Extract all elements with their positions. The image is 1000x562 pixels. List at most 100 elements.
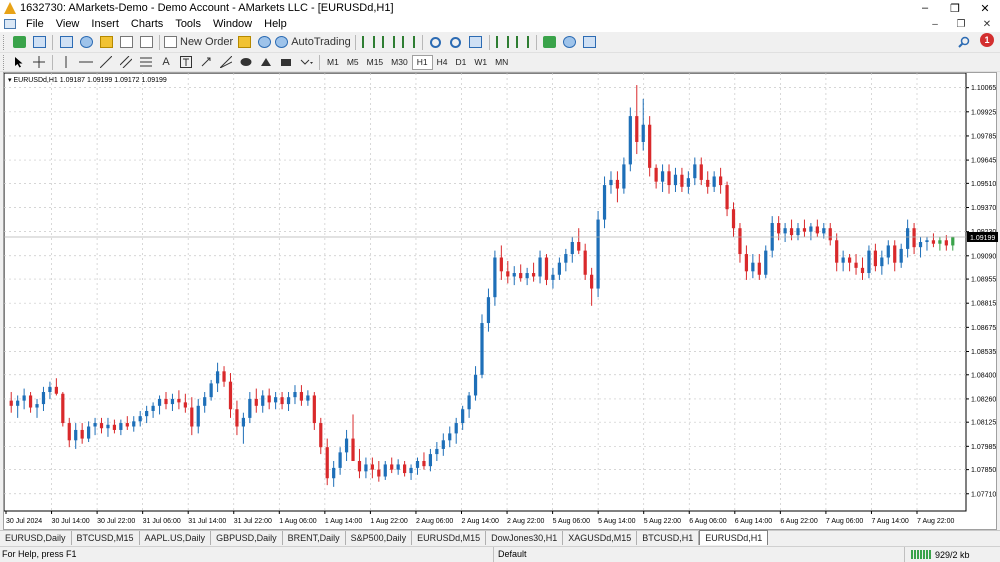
- tab-btcusd-m15[interactable]: BTCUSD,M15: [72, 531, 140, 545]
- triangle-button[interactable]: [257, 53, 275, 71]
- more-objects-button[interactable]: [297, 53, 315, 71]
- menu-file[interactable]: File: [21, 18, 51, 30]
- tab-dowjones30-h1[interactable]: DowJones30,H1: [486, 531, 564, 545]
- new-chart-button[interactable]: [10, 33, 28, 51]
- menu-charts[interactable]: Charts: [126, 18, 170, 30]
- chart-window[interactable]: 1.10065 1.09925 1.09785 1.09645 1.09510 1.093…: [3, 72, 998, 531]
- profiles-icon: [32, 36, 46, 48]
- rectangle-button[interactable]: [277, 53, 295, 71]
- strategy-tester-button[interactable]: [137, 33, 155, 51]
- search-icon[interactable]: [958, 36, 970, 48]
- tab-eurusdd-h1[interactable]: EURUSDd,H1: [699, 530, 769, 545]
- chart-shift-button[interactable]: [494, 33, 512, 51]
- navigator-button[interactable]: [97, 33, 115, 51]
- metaeditor-button[interactable]: [235, 33, 253, 51]
- toolbar-grip[interactable]: [3, 54, 6, 70]
- text-tool-button[interactable]: A: [157, 53, 175, 71]
- signals-button[interactable]: [255, 33, 273, 51]
- candle-body: [454, 423, 458, 434]
- candle-body: [764, 250, 768, 275]
- tab-gbpusd-daily[interactable]: GBPUSD,Daily: [211, 531, 283, 545]
- candle-body: [641, 124, 645, 142]
- menu-insert[interactable]: Insert: [86, 18, 126, 30]
- vertical-line-button[interactable]: [57, 53, 75, 71]
- tab-xagusdd-m15[interactable]: XAGUSDd,M15: [563, 531, 638, 545]
- bar-chart-button[interactable]: [360, 33, 378, 51]
- timeframe-h4-button[interactable]: H4: [433, 55, 452, 70]
- templates-button[interactable]: [581, 33, 599, 51]
- arrows-button[interactable]: [197, 53, 215, 71]
- timeframe-m30-button[interactable]: M30: [387, 55, 412, 70]
- status-connection[interactable]: 929/2 kb: [904, 547, 1000, 562]
- trendline-button[interactable]: [97, 53, 115, 71]
- timeframe-m5-button[interactable]: M5: [343, 55, 363, 70]
- market-watch-button[interactable]: [57, 33, 75, 51]
- candle-body: [415, 460, 420, 468]
- zoom-in-button[interactable]: [427, 33, 445, 51]
- timeframe-w1-button[interactable]: W1: [470, 55, 491, 70]
- timeframe-h1-button[interactable]: H1: [411, 54, 433, 70]
- menu-window[interactable]: Window: [208, 18, 259, 30]
- traffic-readout: 929/2 kb: [935, 549, 970, 560]
- terminal-button[interactable]: [117, 33, 135, 51]
- tab-eurusdd-m15[interactable]: EURUSDd,M15: [412, 531, 487, 545]
- close-button[interactable]: ✕: [970, 0, 1000, 16]
- autotrading-button[interactable]: AutoTrading: [275, 33, 351, 51]
- minimize-button[interactable]: –: [910, 0, 940, 16]
- timeframe-m15-button[interactable]: M15: [363, 55, 388, 70]
- status-profile[interactable]: Default: [493, 547, 903, 562]
- timeframe-m1-button[interactable]: M1: [323, 55, 343, 70]
- candle-body: [719, 176, 723, 186]
- crosshair-button[interactable]: [30, 53, 48, 71]
- candlestick-chart[interactable]: 1.10065 1.09925 1.09785 1.09645 1.09510 1.093…: [4, 73, 998, 531]
- candle-body: [570, 241, 574, 255]
- child-close-button[interactable]: ✕: [974, 16, 1000, 32]
- candle-body: [448, 433, 452, 441]
- x-tick-label: 1 Aug 06:00: [279, 518, 316, 525]
- cursor-button[interactable]: [10, 53, 28, 71]
- child-restore-button[interactable]: ❐: [948, 16, 974, 32]
- data-window-button[interactable]: [77, 33, 95, 51]
- tab-btcusd-h1[interactable]: BTCUSD,H1: [637, 531, 700, 545]
- tab-aapl-daily[interactable]: AAPL.US,Daily: [140, 531, 212, 545]
- chart-window-icon[interactable]: [4, 19, 16, 29]
- maximize-button[interactable]: ❐: [940, 0, 970, 16]
- ellipse-icon: [240, 58, 252, 66]
- ellipse-button[interactable]: [237, 53, 255, 71]
- candle-body: [467, 395, 471, 410]
- periods-button[interactable]: [561, 33, 579, 51]
- zoom-out-button[interactable]: [447, 33, 465, 51]
- menu-help[interactable]: Help: [259, 18, 294, 30]
- timeframe-d1-button[interactable]: D1: [451, 55, 470, 70]
- timeframe-mn-button[interactable]: MN: [491, 55, 512, 70]
- x-tick-label: 5 Aug 14:00: [598, 518, 635, 525]
- notifications-badge[interactable]: 1: [980, 33, 994, 47]
- auto-scroll-button[interactable]: [514, 33, 532, 51]
- profiles-button[interactable]: [30, 33, 48, 51]
- candle-body: [512, 273, 516, 277]
- line-chart-button[interactable]: [400, 33, 418, 51]
- tab-brent-daily[interactable]: BRENT,Daily: [283, 531, 346, 545]
- menu-tools[interactable]: Tools: [170, 18, 208, 30]
- tab-eurusd-daily[interactable]: EURUSD,Daily: [0, 531, 72, 545]
- fibonacci-button[interactable]: [137, 53, 155, 71]
- candle-body: [357, 460, 362, 472]
- tile-windows-button[interactable]: [467, 33, 485, 51]
- fibo-fan-icon: [220, 56, 232, 68]
- candle-body: [609, 179, 613, 186]
- indicators-button[interactable]: [541, 33, 559, 51]
- equidistant-channel-button[interactable]: [117, 53, 135, 71]
- candlestick-button[interactable]: [380, 33, 398, 51]
- new-order-button[interactable]: New Order: [164, 33, 233, 51]
- candle-body: [931, 240, 936, 244]
- toolbar-grip[interactable]: [3, 34, 6, 50]
- menu-view[interactable]: View: [51, 18, 87, 30]
- child-minimize-button[interactable]: –: [922, 16, 948, 32]
- text-label-button[interactable]: [177, 53, 195, 71]
- candle-body: [132, 421, 136, 427]
- x-tick-label: 31 Jul 22:00: [234, 518, 272, 525]
- cursor-icon: [15, 57, 23, 68]
- fibo-fan-button[interactable]: [217, 53, 235, 71]
- tab-sp500-daily[interactable]: S&P500,Daily: [346, 531, 413, 545]
- horizontal-line-button[interactable]: [77, 53, 95, 71]
